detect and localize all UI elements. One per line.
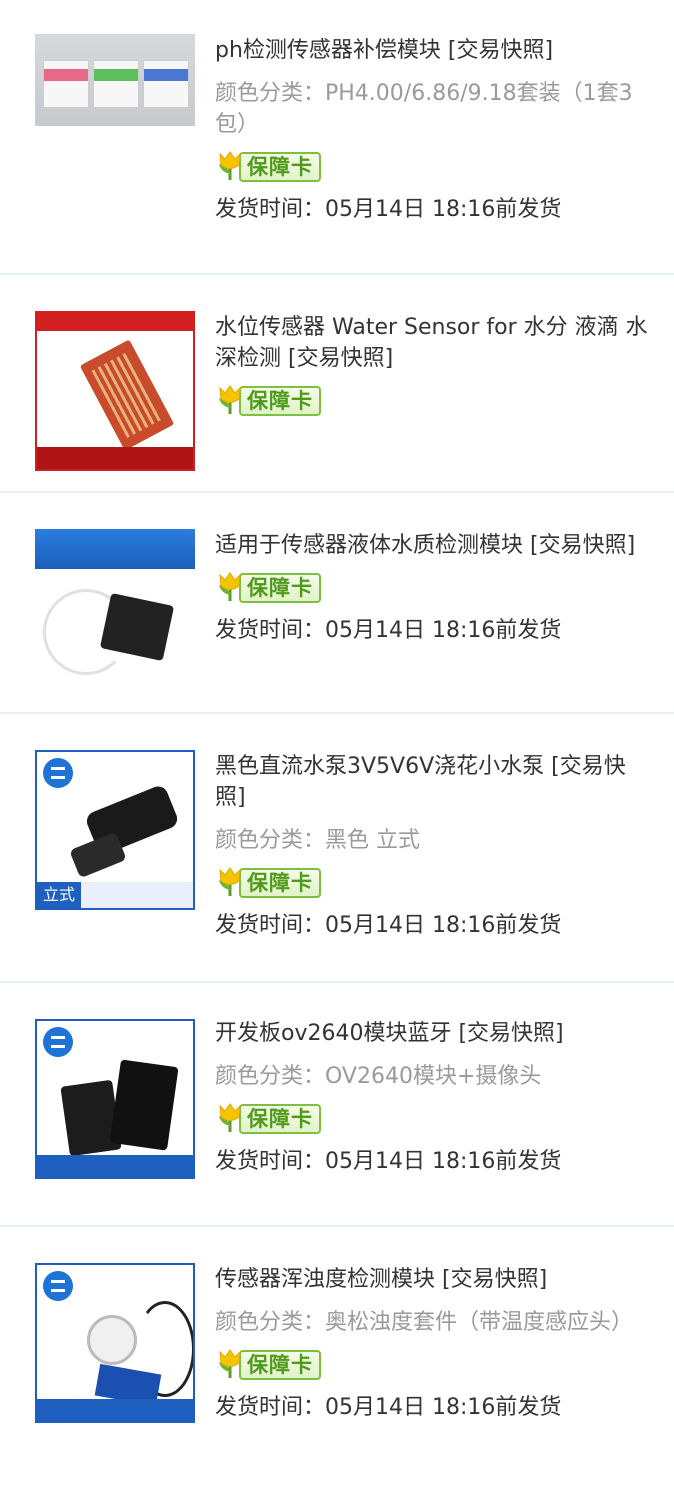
brand-logo [43,1027,73,1057]
brand-logo [43,1271,73,1301]
product-thumbnail[interactable] [35,529,195,689]
order-list: ph检测传感器补偿模块 [交易快照] 颜色分类：PH4.00/6.86/9.18… [0,0,674,1500]
ship-time: 发货时间：05月14日 18:16前发货 [215,197,562,222]
tulip-icon [219,1349,241,1378]
product-thumbnail[interactable]: 立式 [35,750,195,910]
ship-time: 发货时间：05月14日 18:16前发货 [215,913,562,938]
tulip-icon [219,867,241,896]
guarantee-card-badge[interactable]: 保障卡 [215,385,321,416]
tulip-icon [219,1103,241,1132]
product-spec: 颜色分类：奥松浊度套件（带温度感应头） [215,1310,634,1335]
guarantee-card-badge[interactable]: 保障卡 [215,151,321,182]
badge-label: 保障卡 [239,868,321,898]
product-thumbnail[interactable] [35,1263,195,1423]
badge-label: 保障卡 [239,573,321,603]
product-title-link[interactable]: 传感器浑浊度检测模块 [交易快照] [215,1264,655,1295]
thumb-tag: 立式 [37,882,81,908]
product-title-link[interactable]: ph检测传感器补偿模块 [交易快照] [215,35,655,66]
badge-label: 保障卡 [239,386,321,416]
order-item[interactable]: ph检测传感器补偿模块 [交易快照] 颜色分类：PH4.00/6.86/9.18… [0,0,674,275]
product-title-link[interactable]: 黑色直流水泵3V5V6V浇花小水泵 [交易快照] [215,751,655,813]
order-item[interactable]: 立式 黑色直流水泵3V5V6V浇花小水泵 [交易快照] 颜色分类：黑色 立式 保… [0,714,674,983]
ship-time: 发货时间：05月14日 18:16前发货 [215,618,562,643]
guarantee-card-badge[interactable]: 保障卡 [215,572,321,603]
badge-label: 保障卡 [239,1104,321,1134]
product-spec: 颜色分类：OV2640模块+摄像头 [215,1064,542,1089]
brand-logo [43,758,73,788]
tulip-icon [219,385,241,414]
order-item[interactable]: 水位传感器 Water Sensor for 水分 液滴 水深检测 [交易快照]… [0,275,674,493]
product-thumbnail[interactable] [35,34,195,126]
guarantee-card-badge[interactable]: 保障卡 [215,867,321,898]
product-thumbnail[interactable] [35,311,195,471]
order-item[interactable]: 开发板ov2640模块蓝牙 [交易快照] 颜色分类：OV2640模块+摄像头 保… [0,983,674,1227]
guarantee-card-badge[interactable]: 保障卡 [215,1103,321,1134]
product-title-link[interactable]: 适用于传感器液体水质检测模块 [交易快照] [215,530,655,561]
badge-label: 保障卡 [239,152,321,182]
badge-label: 保障卡 [239,1350,321,1380]
order-item[interactable]: 传感器浑浊度检测模块 [交易快照] 颜色分类：奥松浊度套件（带温度感应头） 保障… [0,1227,674,1500]
product-title-link[interactable]: 开发板ov2640模块蓝牙 [交易快照] [215,1018,655,1049]
product-thumbnail[interactable] [35,1019,195,1179]
tulip-icon [219,572,241,601]
guarantee-card-badge[interactable]: 保障卡 [215,1349,321,1380]
product-spec: 颜色分类：黑色 立式 [215,828,420,853]
ship-time: 发货时间：05月14日 18:16前发货 [215,1149,562,1174]
order-item[interactable]: 适用于传感器液体水质检测模块 [交易快照] 保障卡 发货时间：05月14日 18… [0,493,674,714]
tulip-icon [219,151,241,180]
product-spec: 颜色分类：PH4.00/6.86/9.18套装（1套3包） [215,81,633,137]
product-title-link[interactable]: 水位传感器 Water Sensor for 水分 液滴 水深检测 [交易快照] [215,312,655,374]
ship-time: 发货时间：05月14日 18:16前发货 [215,1395,562,1420]
